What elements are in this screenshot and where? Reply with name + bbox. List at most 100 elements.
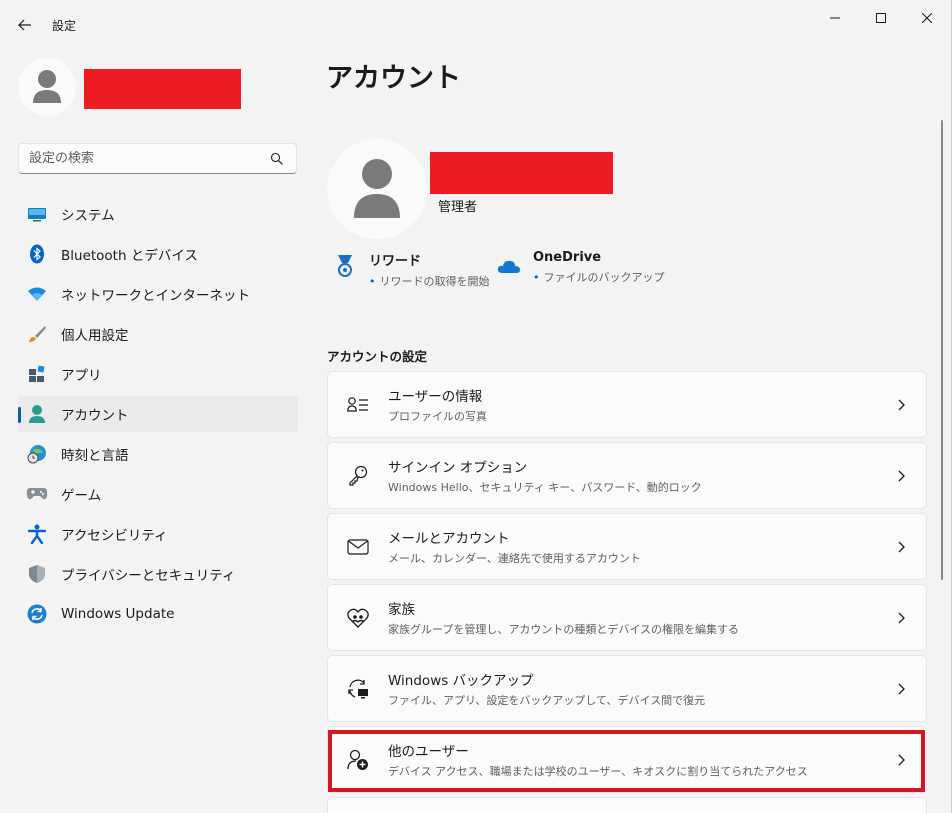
card-windows-backup[interactable]: Windows バックアップ ファイル、アプリ、設定をバックアップして、デバイス… (327, 655, 927, 722)
back-button[interactable] (12, 12, 38, 38)
family-heart-icon (346, 606, 370, 630)
sidebar-item-label: ゲーム (61, 488, 102, 504)
chevron-right-icon (898, 754, 905, 766)
card-title: サインイン オプション (388, 460, 528, 476)
sidebar-item-label: プライバシーとセキュリティ (61, 568, 236, 584)
backup-sync-icon (346, 677, 370, 701)
minimize-icon (830, 17, 840, 19)
bullet-dot: • (369, 275, 376, 288)
sidebar-item-label: Bluetooth とデバイス (61, 248, 198, 264)
settings-card-list: ユーザーの情報 プロファイルの写真 サインイン オプション Windows He… (327, 371, 927, 797)
gamepad-icon (26, 483, 48, 505)
sidebar-item-label: アカウント (61, 408, 129, 424)
sidebar-item-personalization[interactable]: 個人用設定 (18, 316, 298, 352)
scrollbar[interactable] (941, 120, 943, 580)
settings-window: 設定 システム Bluetooth とデバイス (0, 0, 952, 813)
sidebar-item-label: 時刻と言語 (61, 448, 129, 464)
card-title: ユーザーの情報 (388, 389, 483, 405)
card-your-info[interactable]: ユーザーの情報 プロファイルの写真 (327, 371, 927, 438)
key-icon (346, 464, 370, 488)
chevron-right-icon (898, 612, 905, 624)
sidebar-item-label: アクセシビリティ (61, 528, 168, 544)
app-title: 設定 (52, 19, 77, 33)
redacted-profile-name (430, 152, 613, 194)
sidebar-item-system[interactable]: システム (18, 196, 298, 232)
system-monitor-icon (26, 203, 48, 225)
accessibility-icon (26, 523, 48, 545)
account-icon (26, 403, 48, 425)
sidebar-nav: システム Bluetooth とデバイス ネットワークとインターネット 個人用設… (18, 196, 298, 636)
card-title: メールとアカウント (388, 531, 510, 547)
sidebar-avatar[interactable] (18, 58, 76, 116)
account-role: 管理者 (438, 200, 478, 215)
shield-icon (26, 563, 48, 585)
chevron-right-icon (898, 399, 905, 411)
sidebar-item-bluetooth[interactable]: Bluetooth とデバイス (18, 236, 298, 272)
rewards-title: リワード (369, 254, 422, 269)
sidebar-item-accounts[interactable]: アカウント (18, 396, 298, 432)
card-partially-visible[interactable] (327, 797, 927, 813)
search-box[interactable] (18, 143, 297, 174)
card-subtitle: プロファイルの写真 (388, 410, 487, 423)
profile-avatar[interactable] (327, 139, 427, 239)
title-bar: 設定 (0, 0, 952, 44)
card-subtitle: 家族グループを管理し、アカウントの種類とデバイスの権限を編集する (388, 623, 740, 636)
card-subtitle: Windows Hello、セキュリティ キー、パスワード、動的ロック (388, 481, 702, 494)
card-subtitle: ファイル、アプリ、設定をバックアップして、デバイス間で復元 (388, 694, 706, 707)
search-input[interactable] (19, 151, 259, 166)
chevron-right-icon (898, 683, 905, 695)
sidebar-item-label: ネットワークとインターネット (61, 288, 250, 304)
sidebar-item-network[interactable]: ネットワークとインターネット (18, 276, 298, 312)
sidebar-item-label: システム (61, 208, 115, 224)
onedrive-title: OneDrive (533, 250, 602, 265)
card-family[interactable]: 家族 家族グループを管理し、アカウントの種類とデバイスの権限を編集する (327, 584, 927, 651)
sidebar-item-label: Windows Update (61, 606, 175, 622)
sidebar-item-windows-update[interactable]: Windows Update (18, 596, 298, 632)
person-placeholder-icon (354, 159, 400, 218)
card-title: Windows バックアップ (388, 673, 534, 689)
onedrive-link[interactable]: OneDrive • ファイルのバックアップ (497, 250, 665, 285)
onedrive-cloud-icon (497, 254, 521, 278)
add-user-icon (346, 748, 370, 772)
sidebar-item-label: アプリ (61, 368, 102, 384)
sidebar-item-gaming[interactable]: ゲーム (18, 476, 298, 512)
card-subtitle: メール、カレンダー、連絡先で使用するアカウント (388, 552, 641, 565)
card-email-accounts[interactable]: メールとアカウント メール、カレンダー、連絡先で使用するアカウント (327, 513, 927, 580)
close-button[interactable] (904, 4, 950, 32)
onedrive-subtitle: ファイルのバックアップ (543, 271, 665, 284)
sidebar-item-label: 個人用設定 (61, 328, 129, 344)
card-title: 家族 (388, 602, 415, 618)
rewards-subtitle: リワードの取得を開始 (379, 275, 490, 288)
card-sign-in-options[interactable]: サインイン オプション Windows Hello、セキュリティ キー、パスワー… (327, 442, 927, 509)
card-subtitle: デバイス アクセス、職場または学校のユーザー、キオスクに割り当てられたアクセス (388, 765, 808, 778)
rewards-medal-icon (333, 254, 357, 278)
wifi-icon (26, 283, 48, 305)
arrow-left-icon (18, 19, 31, 31)
user-info-icon (346, 393, 370, 417)
sidebar-item-time-language[interactable]: 時刻と言語 (18, 436, 298, 472)
person-placeholder-icon (33, 70, 61, 103)
close-icon (922, 13, 932, 23)
maximize-icon (876, 13, 886, 23)
sidebar-item-accessibility[interactable]: アクセシビリティ (18, 516, 298, 552)
sidebar-item-privacy[interactable]: プライバシーとセキュリティ (18, 556, 298, 592)
minimize-button[interactable] (812, 4, 858, 32)
globe-clock-icon (26, 443, 48, 465)
page-title: アカウント (326, 63, 461, 94)
card-title: 他のユーザー (388, 744, 469, 760)
brush-icon (26, 323, 48, 345)
rewards-link[interactable]: リワード • リワードの取得を開始 (333, 250, 490, 289)
redacted-username (84, 69, 241, 109)
windows-update-icon (26, 603, 48, 625)
section-title: アカウントの設定 (327, 349, 428, 364)
mail-icon (346, 535, 370, 559)
chevron-right-icon (898, 541, 905, 553)
apps-icon (26, 363, 48, 385)
chevron-right-icon (898, 470, 905, 482)
sidebar-item-apps[interactable]: アプリ (18, 356, 298, 392)
bullet-dot: • (533, 271, 540, 284)
card-other-users[interactable]: 他のユーザー デバイス アクセス、職場または学校のユーザー、キオスクに割り当てら… (327, 726, 927, 793)
bluetooth-icon (26, 243, 48, 265)
maximize-button[interactable] (858, 4, 904, 32)
search-icon[interactable] (270, 152, 284, 166)
